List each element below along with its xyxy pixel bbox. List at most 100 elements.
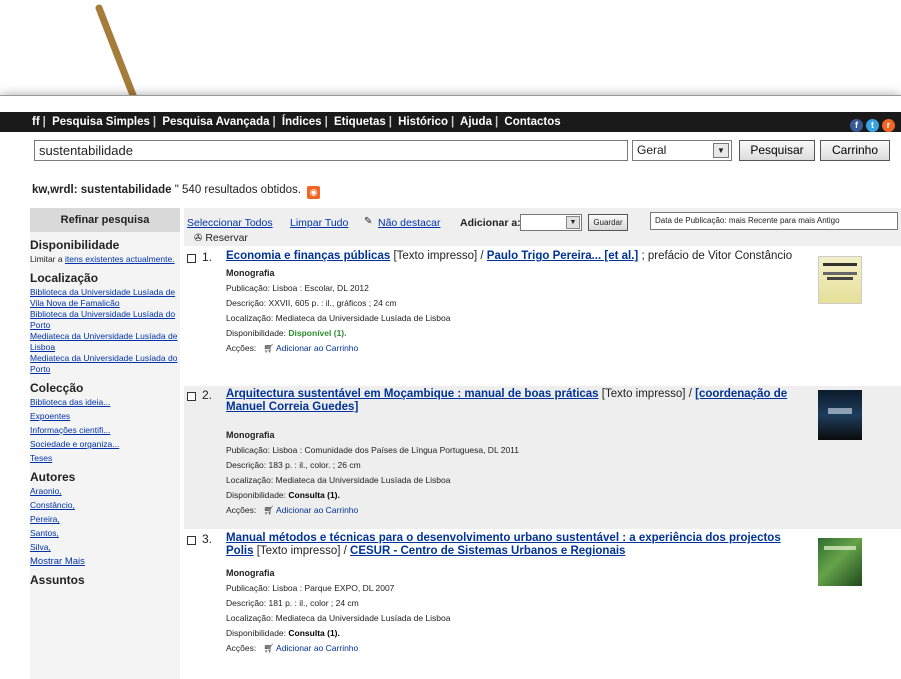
record-title-line: Manual métodos e técnicas para o desenvo… (226, 532, 781, 557)
record-author-link[interactable]: CESUR - Centro de Sistemas Urbanos e Reg… (350, 545, 625, 557)
nav-item-advanced-search[interactable]: Pesquisa Avançada (162, 116, 269, 128)
book-cover-image[interactable] (818, 538, 862, 586)
select-all-link[interactable]: Seleccionar Todos (187, 217, 273, 229)
nav-item-tags[interactable]: Etiquetas (334, 116, 386, 128)
add-to-cart-link[interactable]: Adicionar ao Carrinho (276, 505, 358, 515)
record-title-line: Economia e finanças públicas [Texto impr… (226, 250, 793, 262)
query-label: kw,wrdl: sustentabilidade (32, 184, 172, 196)
record-checkbox[interactable] (187, 392, 196, 401)
record-availability: Disponibilidade: Consulta (1). (226, 490, 340, 500)
record-description: Descrição: XXVII, 605 p. : il., gráficos… (226, 298, 397, 308)
record-checkbox[interactable] (187, 254, 196, 263)
collection-link[interactable]: Sociedade e organiza... (30, 439, 180, 450)
collection-link[interactable]: Biblioteca das ideia... (30, 397, 180, 408)
add-to-select[interactable]: ▼ (520, 214, 582, 231)
author-link[interactable]: Silva, (30, 542, 180, 553)
reserve-action[interactable]: ✇ Reservar (194, 232, 248, 244)
record-description: Descrição: 183 p. : il., color. ; 26 cm (226, 460, 361, 470)
author-link[interactable]: Pereira, (30, 514, 180, 525)
record-number: 1. (202, 250, 213, 264)
record-publication: Publicação: Lisboa : Parque EXPO, DL 200… (226, 583, 395, 593)
results-toolbar: Seleccionar Todos Limpar Tudo ✎ Não dest… (184, 208, 901, 246)
availability-heading: Disponibilidade (30, 238, 120, 252)
search-bar: sustentabilidade Geral ▼ Pesquisar Carri… (0, 138, 901, 164)
add-to-cart-link[interactable]: Adicionar ao Carrinho (276, 343, 358, 353)
add-to-label: Adicionar a: (460, 217, 521, 229)
nav-item-simple-search[interactable]: Pesquisa Simples (52, 116, 150, 128)
cart-icon: 🛒︎ (263, 643, 275, 653)
record-description: Descrição: 181 p. : il., color ; 24 cm (226, 598, 359, 608)
subjects-heading: Assuntos (30, 573, 85, 587)
record-location: Localização: Mediateca da Universidade L… (226, 313, 451, 323)
location-link[interactable]: Biblioteca da Universidade Lusíada do Po… (30, 309, 180, 331)
chevron-down-icon[interactable]: ▼ (713, 143, 729, 158)
search-type-value: Geral (637, 143, 667, 157)
save-button[interactable]: Guardar (588, 214, 628, 231)
refine-sidebar: Refinar pesquisa Disponibilidade Limitar… (30, 208, 180, 679)
record-title-link[interactable]: Economia e finanças públicas (226, 250, 390, 262)
record-title-link[interactable]: Arquitectura sustentável em Moçambique :… (226, 388, 599, 400)
location-heading: Localização (30, 271, 99, 285)
author-link[interactable]: Constâncio, (30, 500, 180, 511)
collection-link[interactable]: Informações cientifi... (30, 425, 180, 436)
search-type-select[interactable]: Geral ▼ (632, 140, 732, 161)
record-location: Localização: Mediateca da Universidade L… (226, 613, 451, 623)
reserve-label[interactable]: Reservar (205, 232, 248, 244)
rss-circle-icon[interactable]: r (882, 119, 895, 132)
nav-item-history[interactable]: Histórico (398, 116, 448, 128)
cart-icon: 🛒︎ (263, 343, 275, 353)
record-actions: Acções: 🛒︎ Adicionar ao Carrinho (226, 643, 359, 653)
unhighlight-link[interactable]: Não destacar (378, 217, 440, 229)
record-type: Monografia (226, 568, 275, 578)
nav-item-contacts[interactable]: Contactos (504, 116, 560, 128)
location-link[interactable]: Biblioteca da Universidade Lusíada de Vi… (30, 287, 180, 309)
collection-link[interactable]: Expoentes (30, 411, 180, 422)
record-checkbox[interactable] (187, 536, 196, 545)
location-link[interactable]: Mediateca da Universidade Lusíada do Por… (30, 353, 180, 375)
search-button[interactable]: Pesquisar (739, 140, 815, 161)
author-link[interactable]: Santos, (30, 528, 180, 539)
top-navigation: ff | Pesquisa Simples | Pesquisa Avançada |… (0, 112, 901, 132)
authors-heading: Autores (30, 470, 76, 484)
nav-item-help[interactable]: Ajuda (460, 116, 492, 128)
record-availability: Disponibilidade: Disponível (1). (226, 328, 347, 338)
record-title-line: Arquitectura sustentável em Moçambique :… (226, 388, 788, 413)
result-count: 540 resultados obtidos. (182, 184, 301, 196)
sort-select[interactable]: Data de Publicação: mais Recente para ma… (650, 212, 898, 230)
availability-filter: Limitar a itens existentes actualmente. (30, 254, 175, 264)
result-record: 1. Economia e finanças públicas [Texto i… (184, 248, 901, 366)
collection-link[interactable]: Teses (30, 453, 180, 464)
clear-all-link[interactable]: Limpar Tudo (290, 217, 348, 229)
author-link[interactable]: Araonio, (30, 486, 180, 497)
record-publication: Publicação: Lisboa : Escolar, DL 2012 (226, 283, 369, 293)
nav-item-ff[interactable]: ff (32, 116, 40, 128)
add-to-cart-link[interactable]: Adicionar ao Carrinho (276, 643, 358, 653)
chevron-down-icon[interactable]: ▼ (566, 216, 580, 229)
record-author-link[interactable]: Paulo Trigo Pereira... [et al.] (487, 250, 638, 262)
record-actions: Acções: 🛒︎ Adicionar ao Carrinho (226, 505, 359, 515)
record-type: Monografia (226, 268, 275, 278)
quote-marks: " (174, 184, 179, 196)
nav-item-indexes[interactable]: Índices (282, 116, 322, 128)
rss-icon[interactable]: ◉ (307, 186, 321, 199)
result-record: 3. Manual métodos e técnicas para o dese… (184, 530, 901, 679)
availability-link[interactable]: itens existentes actualmente. (65, 254, 175, 264)
record-actions: Acções: 🛒︎ Adicionar ao Carrinho (226, 343, 359, 353)
opac-window: ff | Pesquisa Simples | Pesquisa Avançada |… (0, 95, 901, 679)
collection-heading: Colecção (30, 381, 84, 395)
book-cover-image[interactable] (818, 390, 862, 440)
refine-heading: Refinar pesquisa (30, 208, 180, 232)
search-input[interactable]: sustentabilidade (34, 140, 628, 161)
show-more-link[interactable]: Mostrar Mais (30, 556, 180, 567)
record-number: 2. (202, 388, 213, 402)
facebook-icon[interactable]: f (850, 119, 863, 132)
reserve-icon: ✇ (194, 233, 203, 244)
book-cover-image[interactable] (818, 256, 862, 304)
cart-icon: 🛒︎ (263, 505, 275, 515)
location-link[interactable]: Mediateca da Universidade Lusíada de Lis… (30, 331, 180, 353)
results-summary: kw,wrdl: sustentabilidade " 540 resultad… (32, 184, 321, 199)
twitter-icon[interactable]: t (866, 119, 879, 132)
result-record: 2. Arquitectura sustentável em Moçambiqu… (184, 386, 901, 529)
record-publication: Publicação: Lisboa : Comunidade dos País… (226, 445, 519, 455)
cart-button[interactable]: Carrinho (820, 140, 890, 161)
